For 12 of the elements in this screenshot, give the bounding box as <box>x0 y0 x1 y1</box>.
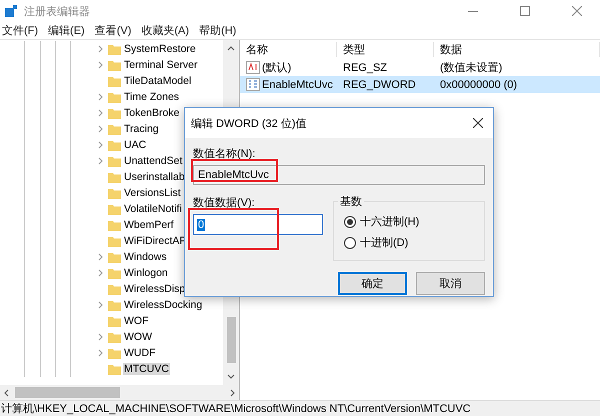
value-type: REG_SZ <box>342 62 388 74</box>
value-name: EnableMtcUvc <box>240 78 337 91</box>
group-title: 基数 <box>338 194 364 209</box>
value-data: (数值未设置) <box>439 61 504 75</box>
value-name: (默认) <box>240 60 337 75</box>
window-title: 注册表编辑器 <box>24 4 91 18</box>
field-label: 数值名称(N): <box>193 147 256 161</box>
dialog-title: 编辑 DWORD (32 位)值 <box>191 116 306 130</box>
status-path: 计算机\HKEY_LOCAL_MACHINE\SOFTWARE\Microsoft\Windows NT\CurrentVersion\MTCUVC <box>1 402 471 416</box>
value-type: REG_DWORD <box>342 78 417 90</box>
value-data: 0x00000000 (0) <box>439 78 518 90</box>
field-label: 数值数据(V): <box>193 196 256 210</box>
